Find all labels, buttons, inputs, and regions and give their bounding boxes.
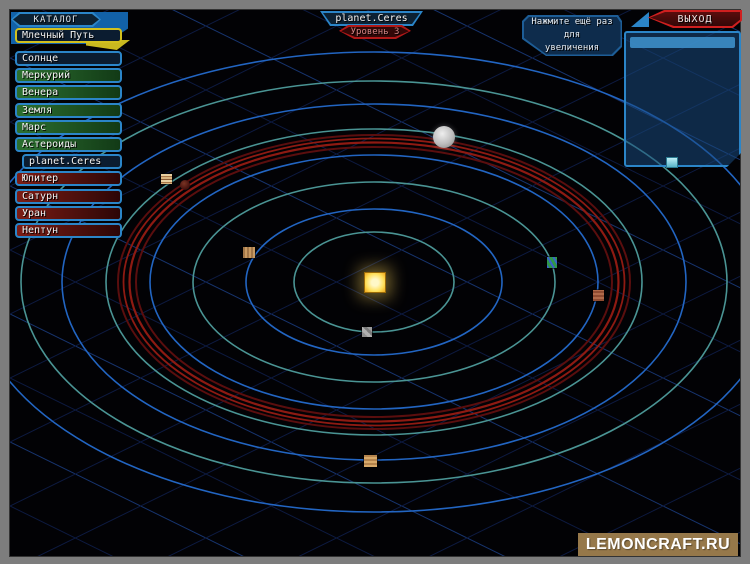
- sidebar-item-saturn[interactable]: Сатурн: [15, 189, 122, 204]
- selected-body-name: planet.Ceres: [322, 13, 421, 24]
- sidebar-item-ceres[interactable]: planet.Ceres: [22, 154, 122, 169]
- tooltip-line1: Нажмите ещё раз для: [524, 16, 621, 42]
- body-venus[interactable]: [243, 247, 255, 258]
- grid-line: [10, 340, 740, 556]
- sidebar-item-jupiter[interactable]: Юпитер: [15, 171, 122, 186]
- selected-body-banner: planet.Ceres: [320, 11, 423, 26]
- catalog-header: КАТАЛОГ: [11, 12, 101, 27]
- sidebar-item-sun[interactable]: Солнце: [15, 51, 122, 66]
- sidebar-item-uranus[interactable]: Уран: [15, 206, 122, 221]
- body-ceres[interactable]: [433, 126, 455, 148]
- grid-line: [10, 186, 740, 544]
- grid-line: [10, 378, 740, 556]
- celestial-map-screen: КАТАЛОГ Млечный Путь Солнце Меркурий Венера…: [0, 0, 750, 564]
- exit-button[interactable]: ВЫХОД: [648, 10, 742, 28]
- body-sun[interactable]: [364, 272, 386, 293]
- tooltip-line2: увеличения: [545, 42, 599, 55]
- sidebar-item-milky-way[interactable]: Млечный Путь: [15, 28, 122, 43]
- sidebar-item-mercury[interactable]: Меркурий: [15, 68, 122, 83]
- body-mercury[interactable]: [362, 327, 372, 337]
- info-panel-header-bar: [630, 37, 735, 48]
- watermark-label: LEMONCRAFT.RU: [586, 536, 730, 554]
- body-saturn[interactable]: [364, 455, 377, 467]
- body-jupiter[interactable]: [161, 174, 172, 184]
- body-asteroid[interactable]: [180, 180, 190, 190]
- level-banner: Уровень 3: [339, 25, 411, 39]
- body-earth[interactable]: [547, 257, 557, 268]
- info-panel: [624, 31, 741, 167]
- sidebar-item-venus[interactable]: Венера: [15, 85, 122, 100]
- sidebar-item-asteroids[interactable]: Астероиды: [15, 137, 122, 152]
- body-mars[interactable]: [593, 290, 604, 301]
- catalog-header-label: КАТАЛОГ: [13, 14, 99, 25]
- sidebar-item-earth[interactable]: Земля: [15, 103, 122, 118]
- sidebar-item-mars[interactable]: Марс: [15, 120, 122, 135]
- sidebar-item-neptune[interactable]: Нептун: [15, 223, 122, 238]
- panel-scroll-handle[interactable]: [667, 158, 677, 167]
- watermark-banner: LEMONCRAFT.RU: [578, 533, 738, 556]
- zoom-hint-tooltip: Нажмите ещё раз для увеличения: [522, 15, 622, 56]
